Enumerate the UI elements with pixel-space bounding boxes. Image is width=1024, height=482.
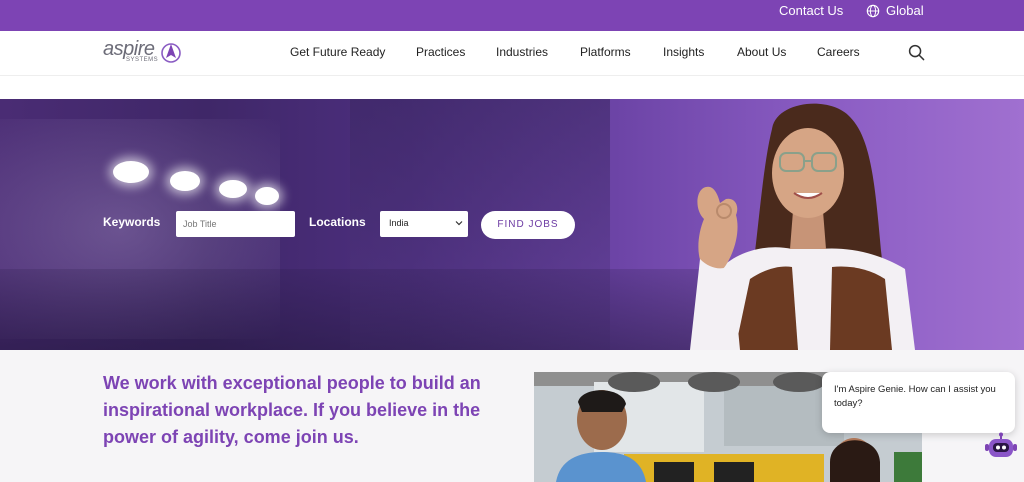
chevron-down-icon	[455, 221, 463, 226]
hero-person-image	[690, 103, 915, 350]
ceiling-light	[219, 180, 247, 198]
chat-greeting-bubble[interactable]: I'm Aspire Genie. How can I assist you t…	[822, 372, 1015, 433]
locations-label: Locations	[309, 215, 366, 229]
logo-subtitle: SYSTEMS	[126, 57, 159, 63]
location-selected-value: India	[389, 218, 409, 228]
aspire-logo[interactable]: aspire SYSTEMS	[103, 38, 183, 66]
ceiling-light	[255, 187, 279, 205]
ceiling-light	[113, 161, 149, 183]
nav-careers[interactable]: Careers	[817, 45, 860, 59]
nav-platforms[interactable]: Platforms	[580, 45, 631, 59]
logo-emblem-icon	[161, 43, 181, 63]
nav-get-future-ready[interactable]: Get Future Ready	[290, 45, 385, 59]
globe-icon	[866, 4, 880, 18]
robot-icon[interactable]	[984, 432, 1018, 462]
search-icon[interactable]	[908, 44, 925, 61]
global-label: Global	[886, 3, 924, 18]
location-select[interactable]: India	[380, 211, 468, 237]
ceiling-light	[170, 171, 200, 191]
hero-banner: Keywords Locations India FIND JOBS	[0, 99, 1024, 350]
chat-greeting-text: I'm Aspire Genie. How can I assist you t…	[834, 384, 996, 409]
global-selector[interactable]: Global	[866, 4, 924, 18]
job-title-input[interactable]	[176, 211, 295, 237]
nav-about-us[interactable]: About Us	[737, 45, 786, 59]
nav-practices[interactable]: Practices	[416, 45, 465, 59]
top-utility-bar: Contact Us Global	[0, 0, 1024, 31]
nav-insights[interactable]: Insights	[663, 45, 704, 59]
intro-headline: We work with exceptional people to build…	[103, 373, 481, 447]
nav-industries[interactable]: Industries	[496, 45, 548, 59]
keywords-label: Keywords	[103, 215, 161, 229]
find-jobs-button[interactable]: FIND JOBS	[481, 211, 575, 239]
hero-floor-shade	[0, 269, 700, 350]
contact-us-link[interactable]: Contact Us	[779, 4, 843, 18]
nav-spacer	[0, 76, 1024, 99]
main-navigation: aspire SYSTEMS Get Future Ready Practice…	[0, 31, 1024, 76]
